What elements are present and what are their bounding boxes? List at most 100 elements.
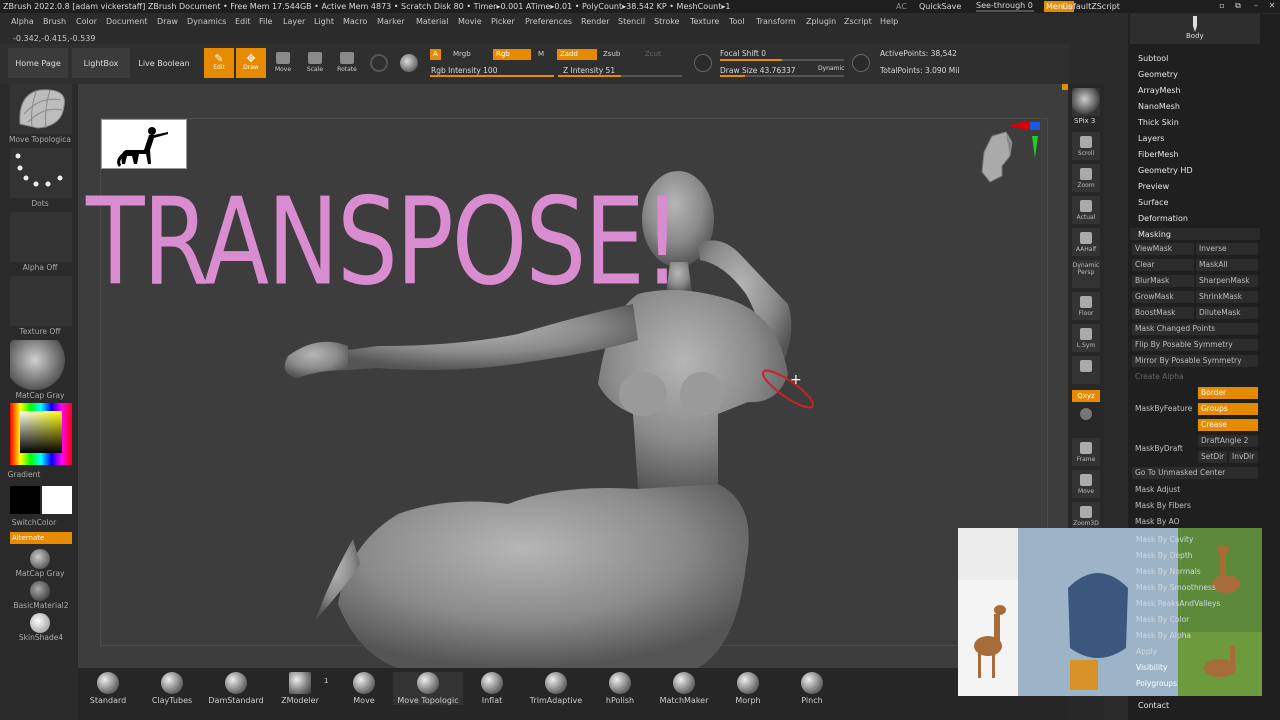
lightbox-button[interactable]: LightBox (72, 48, 130, 78)
zsub-toggle[interactable]: Zsub (600, 49, 623, 60)
mask-by-ao-section[interactable]: Mask By AO (1132, 516, 1258, 528)
xyz-toggle[interactable]: Qxyz (1072, 390, 1100, 402)
live-boolean-button[interactable]: Live Boolean (134, 48, 194, 78)
brush-move[interactable]: Move (329, 672, 399, 705)
minimize-icon[interactable]: – (1250, 1, 1262, 10)
menu-marker[interactable]: Marker (377, 17, 405, 26)
mask-peaks-and-valleys-section[interactable]: Mask PeaksAndValleys (1136, 596, 1220, 612)
alternate-button[interactable]: Alternate (10, 532, 72, 544)
scroll-button[interactable]: Scroll (1072, 132, 1100, 160)
apply-section[interactable]: Apply (1136, 644, 1220, 660)
basic-material-sphere-icon[interactable] (30, 581, 50, 601)
frame-button[interactable]: Frame (1072, 438, 1100, 466)
menu-movie[interactable]: Movie (458, 17, 482, 26)
draft-angle-slider[interactable]: DraftAngle 2 (1198, 435, 1258, 447)
crease-toggle[interactable]: Crease (1198, 419, 1258, 431)
create-alpha-button[interactable]: Create Alpha (1132, 371, 1258, 383)
surface-section[interactable]: Surface (1138, 198, 1168, 207)
draw-button[interactable]: ✥ Draw (236, 48, 266, 78)
boostmask-button[interactable]: BoostMask (1132, 307, 1194, 319)
switch-color-label[interactable]: SwitchColor (0, 518, 74, 527)
preview-section[interactable]: Preview (1138, 182, 1169, 191)
brush-pinch[interactable]: Pinch (777, 672, 847, 705)
brush-move-topologic[interactable]: Move Topologic (393, 672, 463, 705)
menu-zscript[interactable]: Zscript (844, 17, 872, 26)
rotate-button[interactable]: Rotate (332, 48, 362, 78)
material-sphere-icon[interactable] (400, 54, 418, 72)
brush-thumbnail[interactable] (10, 84, 72, 134)
zoom3d-button[interactable]: Zoom3D (1072, 502, 1100, 530)
bpr-button[interactable] (1072, 88, 1100, 116)
material-thumbnail[interactable] (10, 340, 72, 390)
contact-section[interactable]: Contact (1138, 701, 1169, 710)
mask-by-depth-section[interactable]: Mask By Depth (1136, 548, 1220, 564)
polygroups-section[interactable]: Polygroups (1136, 676, 1220, 692)
geometry-hd-section[interactable]: Geometry HD (1138, 166, 1193, 175)
texture-thumbnail[interactable] (10, 276, 72, 326)
z-intensity-slider[interactable] (558, 75, 682, 77)
menu-dynamics[interactable]: Dynamics (187, 17, 226, 26)
sharpenmask-button[interactable]: SharpenMask (1196, 275, 1258, 287)
geometry-section[interactable]: Geometry (1138, 70, 1178, 79)
see-through-slider[interactable]: See-through 0 (976, 1, 1034, 12)
menu-macro[interactable]: Macro (343, 17, 367, 26)
menu-stroke[interactable]: Stroke (654, 17, 680, 26)
mask-by-draft-button[interactable]: MaskByDraft (1132, 443, 1196, 455)
move-button[interactable]: Move (268, 48, 298, 78)
clear-button[interactable]: Clear (1132, 259, 1194, 271)
lsym-button[interactable]: L.Sym (1072, 324, 1100, 352)
matcap-gray-sphere-icon[interactable] (30, 549, 50, 569)
inverse-button[interactable]: Inverse (1196, 243, 1258, 255)
growmask-button[interactable]: GrowMask (1132, 291, 1194, 303)
zoom-button[interactable]: Zoom (1072, 164, 1100, 192)
default-zscript-button[interactable]: DefaultZScript (1062, 2, 1120, 11)
rgb-intensity-slider[interactable] (430, 75, 554, 77)
stroke-thumbnail[interactable] (10, 148, 72, 198)
menu-preferences[interactable]: Preferences (525, 17, 572, 26)
actual-button[interactable]: Actual (1072, 196, 1100, 224)
rgb-toggle[interactable]: Rgb (493, 49, 531, 60)
mask-by-fibers-section[interactable]: Mask By Fibers (1132, 500, 1258, 512)
move-view-button[interactable]: Move (1072, 470, 1100, 498)
mirror-by-posable-symmetry-button[interactable]: Mirror By Posable Symmetry (1132, 355, 1258, 367)
brush-hpolish[interactable]: hPolish (585, 672, 655, 705)
menu-brush[interactable]: Brush (43, 17, 66, 26)
brush-claytubes[interactable]: ClayTubes (137, 672, 207, 705)
document-canvas[interactable]: + TRANSPOSE! (78, 84, 1068, 668)
menu-edit[interactable]: Edit (235, 17, 251, 26)
dynamic-toggle[interactable]: Dynamic (818, 65, 844, 72)
zadd-toggle[interactable]: Zadd (557, 49, 597, 60)
menu-draw[interactable]: Draw (157, 17, 178, 26)
masking-header[interactable]: Masking (1130, 228, 1260, 240)
close-icon[interactable]: ✕ (1266, 1, 1278, 10)
flip-by-posable-symmetry-button[interactable]: Flip By Posable Symmetry (1132, 339, 1258, 351)
color-picker-square[interactable] (20, 411, 62, 453)
brush-trimadaptive[interactable]: TrimAdaptive (521, 672, 591, 705)
subtool-thumbnail[interactable]: Body (1130, 14, 1260, 44)
skin-shade-sphere-icon[interactable] (30, 613, 50, 633)
focal-shift-slider[interactable] (720, 59, 844, 61)
menu-document[interactable]: Document (106, 17, 147, 26)
maskall-button[interactable]: MaskAll (1196, 259, 1258, 271)
menu-tool[interactable]: Tool (729, 17, 745, 26)
menu-render[interactable]: Render (581, 17, 609, 26)
thick-skin-section[interactable]: Thick Skin (1138, 118, 1179, 127)
menu-transform[interactable]: Transform (756, 17, 796, 26)
menu-alpha[interactable]: Alpha (11, 17, 34, 26)
inv-dir-button[interactable]: InvDir (1229, 451, 1258, 463)
dilutemask-button[interactable]: DiluteMask (1196, 307, 1258, 319)
menu-picker[interactable]: Picker (491, 17, 515, 26)
mask-by-smoothness-section[interactable]: Mask By Smoothness (1136, 580, 1220, 596)
menu-color[interactable]: Color (76, 17, 97, 26)
menu-stencil[interactable]: Stencil (618, 17, 645, 26)
alpha-thumbnail[interactable] (10, 212, 72, 262)
go-to-unmasked-center-button[interactable]: Go To Unmasked Center (1132, 467, 1258, 479)
mrgb-toggle[interactable]: Mrgb (450, 49, 474, 60)
border-toggle[interactable]: Border (1198, 387, 1258, 399)
zcut-toggle[interactable]: Zcut (642, 49, 664, 60)
aahalf-button[interactable]: AAHalf (1072, 228, 1100, 256)
spix-label[interactable]: SPix 3 (1074, 117, 1095, 125)
brush-matchmaker[interactable]: MatchMaker (649, 672, 719, 705)
visibility-section[interactable]: Visibility (1136, 660, 1220, 676)
blurmask-button[interactable]: BlurMask (1132, 275, 1194, 287)
